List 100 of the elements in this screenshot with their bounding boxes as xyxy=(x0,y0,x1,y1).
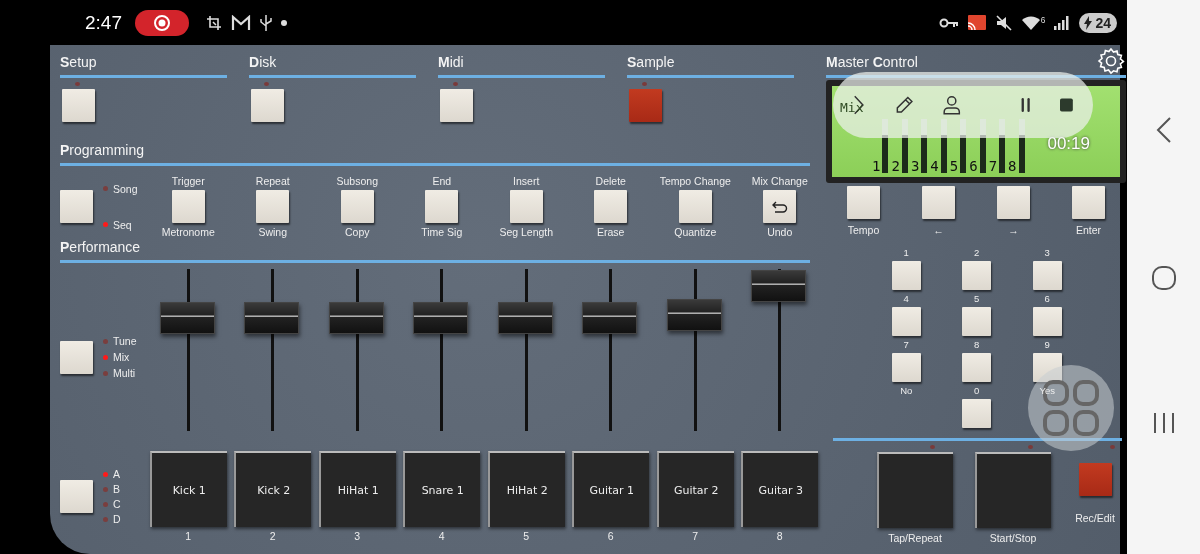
section-heading: Performance xyxy=(60,239,141,256)
keypad-button[interactable] xyxy=(891,261,921,290)
channel-number: 8 xyxy=(1008,159,1017,173)
drum-pad[interactable]: Guitar 1 xyxy=(572,451,650,527)
button-label: Rec/Edit xyxy=(1075,512,1115,524)
key-label: 6 xyxy=(1044,293,1050,305)
button-label: Tempo Change xyxy=(659,175,731,187)
key-label: 4 xyxy=(903,293,909,305)
mode-label: Multi xyxy=(113,367,136,379)
fader-handle[interactable] xyxy=(582,301,638,334)
fader-handle[interactable] xyxy=(497,301,553,334)
fader-handle[interactable] xyxy=(244,301,300,334)
keypad-button[interactable] xyxy=(1032,261,1062,290)
led-icon xyxy=(264,82,269,86)
mode-label: Mix xyxy=(113,351,130,363)
channel-number: 3 xyxy=(910,159,920,173)
bank-label: D xyxy=(113,513,121,525)
keypad-button[interactable] xyxy=(962,399,992,428)
usb-icon xyxy=(259,13,273,32)
led-icon xyxy=(1110,445,1115,449)
channel-number: 5 xyxy=(949,159,959,173)
led-icon xyxy=(1028,445,1033,449)
recent-apps-icon[interactable] xyxy=(1151,411,1176,434)
key-label: 8 xyxy=(974,339,980,351)
channel-number: 2 xyxy=(891,159,900,173)
fader-handle[interactable] xyxy=(328,301,384,334)
pad-number: 2 xyxy=(269,530,276,542)
drum-pad[interactable]: HiHat 1 xyxy=(318,451,396,527)
pad-label: Tap/Repeat xyxy=(888,532,942,544)
led-icon xyxy=(930,445,935,449)
pad-number: 8 xyxy=(776,530,783,542)
function-button[interactable] xyxy=(509,190,543,223)
led-icon xyxy=(642,82,647,86)
pad-number: 6 xyxy=(607,530,614,542)
button-label: Trigger xyxy=(171,175,205,187)
fader-handle[interactable] xyxy=(751,270,807,303)
transport-pad[interactable] xyxy=(877,452,953,528)
drum-pad[interactable]: Guitar 2 xyxy=(656,451,734,527)
transport-pad[interactable] xyxy=(975,452,1051,528)
section-heading: Programming xyxy=(60,142,145,159)
function-button[interactable] xyxy=(256,190,290,223)
function-button[interactable] xyxy=(678,190,712,223)
pad-number: 1 xyxy=(185,530,192,542)
screenshot-icon xyxy=(205,13,223,32)
keypad-button[interactable] xyxy=(1032,307,1062,336)
settings-icon[interactable] xyxy=(1097,47,1125,75)
cast-icon xyxy=(966,13,987,32)
drum-pad[interactable]: Kick 1 xyxy=(149,451,227,527)
function-button[interactable] xyxy=(425,190,459,223)
mode-label: Seq xyxy=(113,218,132,231)
fader-handle[interactable] xyxy=(159,301,215,334)
notification-dot-icon xyxy=(281,19,287,26)
keypad-button[interactable] xyxy=(891,353,921,382)
undo-icon xyxy=(771,200,788,213)
mode-button[interactable] xyxy=(60,340,93,374)
drum-pad[interactable]: HiHat 2 xyxy=(487,451,565,527)
drum-pad[interactable]: Kick 2 xyxy=(234,451,312,527)
channel-number: 1 xyxy=(872,159,881,173)
function-button[interactable] xyxy=(594,190,628,223)
function-button[interactable] xyxy=(171,190,205,223)
pad-number: 5 xyxy=(523,530,530,542)
button-label: Insert xyxy=(513,175,540,187)
function-button[interactable] xyxy=(763,190,797,223)
key-label: 7 xyxy=(903,339,909,351)
function-button[interactable] xyxy=(340,190,374,223)
led-icon xyxy=(75,82,80,86)
section-heading: Setup xyxy=(60,54,97,71)
section-heading: Sample xyxy=(627,54,675,71)
keypad-button[interactable] xyxy=(891,307,921,336)
keypad-button[interactable] xyxy=(1032,353,1062,382)
section-heading: Master Control xyxy=(826,54,918,71)
key-caption: No xyxy=(900,385,913,398)
key-label: 3 xyxy=(1044,247,1050,259)
mute-icon xyxy=(994,13,1013,32)
drum-pad[interactable]: Snare 1 xyxy=(403,451,481,527)
key-label: 1 xyxy=(903,247,909,259)
keypad-button[interactable] xyxy=(962,307,992,336)
button-label: Metronome xyxy=(161,226,215,238)
button-label: Subsong xyxy=(336,175,378,187)
section-heading: Disk xyxy=(249,54,277,71)
button-label: Swing xyxy=(258,226,288,238)
button-label: Enter xyxy=(1075,224,1102,236)
keypad-button[interactable] xyxy=(962,353,992,382)
key-label: 0 xyxy=(974,385,980,397)
button-label: Tempo xyxy=(847,224,880,236)
button-label: Undo xyxy=(767,226,793,238)
button-label: Repeat xyxy=(255,175,290,187)
button-label: End xyxy=(432,175,452,187)
home-icon[interactable] xyxy=(1150,264,1177,291)
button-label: Time Sig xyxy=(421,226,463,238)
keypad-button[interactable] xyxy=(962,261,992,290)
fader-handle[interactable] xyxy=(413,301,469,334)
button-label: Copy xyxy=(345,226,370,238)
drum-pad[interactable]: Guitar 3 xyxy=(741,451,819,527)
bank-label: C xyxy=(113,498,121,510)
button-label: → xyxy=(1008,224,1019,236)
mode-label: Tune xyxy=(113,335,137,347)
battery-indicator: 24 xyxy=(1079,12,1117,33)
bank-label: A xyxy=(113,468,120,480)
fader-handle[interactable] xyxy=(666,298,722,331)
